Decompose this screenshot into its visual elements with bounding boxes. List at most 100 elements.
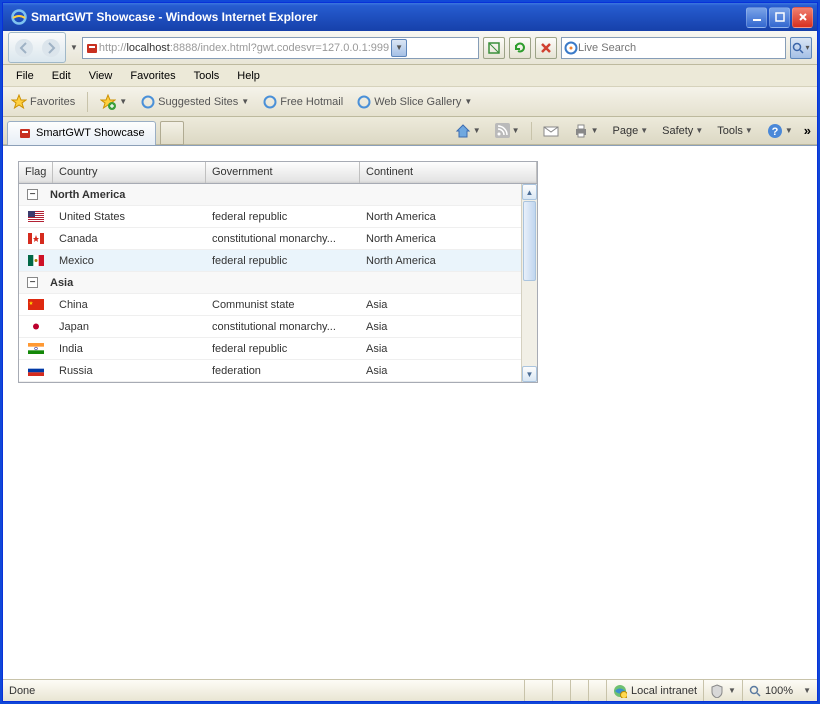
cell-government: federal republic [206, 208, 360, 226]
web-slice-button[interactable]: Web Slice Gallery ▼ [353, 93, 476, 111]
table-row[interactable]: ChinaCommunist stateAsia [19, 294, 537, 316]
menu-favorites[interactable]: Favorites [121, 67, 184, 85]
cell-continent: Asia [360, 340, 537, 358]
header-government[interactable]: Government [206, 162, 360, 183]
print-button[interactable]: ▼ [570, 121, 602, 141]
refresh-button[interactable] [509, 37, 531, 59]
status-bar: Done Local intranet ▼ 100% ▼ [3, 679, 817, 701]
menu-help[interactable]: Help [228, 67, 269, 85]
address-dropdown-button[interactable]: ▼ [391, 39, 407, 57]
maximize-button[interactable] [769, 7, 790, 28]
search-input[interactable] [578, 42, 783, 54]
cell-continent: North America [360, 252, 537, 270]
status-text: Done [3, 685, 524, 697]
favorites-button[interactable]: Favorites [7, 92, 79, 112]
address-bar[interactable]: http:// localhost :8888/index.html?gwt.c… [82, 37, 479, 59]
cell-country: Canada [53, 230, 206, 248]
collapse-icon[interactable]: − [27, 189, 38, 200]
search-box[interactable] [561, 37, 786, 59]
scroll-down-button[interactable]: ▼ [522, 366, 537, 382]
shield-icon [710, 684, 724, 698]
table-row[interactable]: Japanconstitutional monarchy...Asia [19, 316, 537, 338]
stop-button[interactable] [535, 37, 557, 59]
nav-toolbar: ▼ http:// localhost :8888/index.html?gwt… [3, 31, 817, 65]
cell-country: Russia [53, 362, 206, 380]
intranet-icon [613, 684, 627, 698]
header-country[interactable]: Country [53, 162, 206, 183]
star-add-icon [100, 94, 116, 110]
table-row[interactable]: United Statesfederal republicNorth Ameri… [19, 206, 537, 228]
cell-flag [19, 362, 53, 379]
flag-mx-icon [28, 255, 44, 266]
search-go-button[interactable]: ▾ [790, 37, 812, 59]
status-seg [570, 680, 588, 701]
compat-view-button[interactable] [483, 37, 505, 59]
grid-header: Flag Country Government Continent [19, 162, 537, 184]
star-icon [11, 94, 27, 110]
protected-mode[interactable]: ▼ [703, 680, 742, 701]
flag-in-icon [28, 343, 44, 354]
scroll-thumb[interactable] [523, 201, 536, 281]
tab-bar: SmartGWT Showcase ▼ ▼ ▼ Page▼ Safety▼ To… [3, 117, 817, 145]
tab-smartgwt[interactable]: SmartGWT Showcase [7, 121, 156, 145]
forward-button[interactable] [37, 34, 64, 61]
toolbar-overflow-button[interactable]: » [804, 123, 811, 138]
menu-edit[interactable]: Edit [43, 67, 80, 85]
tab-favicon-icon [18, 126, 32, 140]
cell-country: United States [53, 208, 206, 226]
titlebar: SmartGWT Showcase - Windows Internet Exp… [3, 3, 817, 31]
cell-government: constitutional monarchy... [206, 230, 360, 248]
nav-history-dropdown[interactable]: ▼ [70, 43, 78, 52]
table-row[interactable]: RussiafederationAsia [19, 360, 537, 382]
group-header[interactable]: −North America [19, 184, 537, 206]
header-continent[interactable]: Continent [360, 162, 537, 183]
add-favorite-button[interactable]: ▼ [96, 92, 131, 112]
chevron-down-icon: ▼ [464, 97, 472, 106]
grid-scrollbar[interactable]: ▲ ▼ [521, 184, 537, 382]
cell-government: federation [206, 362, 360, 380]
close-button[interactable] [792, 7, 813, 28]
home-button[interactable]: ▼ [452, 121, 484, 141]
read-mail-button[interactable] [540, 122, 562, 140]
table-row[interactable]: Mexicofederal republicNorth America [19, 250, 537, 272]
cell-government: Communist state [206, 296, 360, 314]
table-row[interactable]: Canadaconstitutional monarchy...North Am… [19, 228, 537, 250]
web-slice-label: Web Slice Gallery [374, 96, 461, 108]
flag-ca-icon [28, 233, 44, 244]
page-menu[interactable]: Page▼ [610, 123, 652, 139]
zoom-icon [749, 685, 761, 697]
menu-file[interactable]: File [7, 67, 43, 85]
cell-government: federal republic [206, 340, 360, 358]
minimize-button[interactable] [746, 7, 767, 28]
cell-country: Mexico [53, 252, 206, 270]
svg-text:?: ? [771, 126, 778, 138]
group-header[interactable]: −Asia [19, 272, 537, 294]
menu-tools[interactable]: Tools [185, 67, 229, 85]
scroll-up-button[interactable]: ▲ [522, 184, 537, 200]
flag-ru-icon [28, 365, 44, 376]
chevron-down-icon: ▼ [803, 686, 811, 695]
window-title: SmartGWT Showcase - Windows Internet Exp… [31, 10, 746, 24]
feeds-button[interactable]: ▼ [492, 121, 523, 140]
flag-us-icon [28, 211, 44, 222]
new-tab-button[interactable] [160, 121, 184, 145]
cell-flag [19, 252, 53, 269]
chevron-down-icon: ▼ [119, 97, 127, 106]
free-hotmail-button[interactable]: Free Hotmail [259, 93, 347, 111]
suggested-sites-button[interactable]: Suggested Sites ▼ [137, 93, 253, 111]
help-button[interactable]: ?▼ [764, 121, 796, 141]
status-zone[interactable]: Local intranet [606, 680, 703, 701]
cell-continent: North America [360, 230, 537, 248]
chevron-down-icon: ▼ [241, 97, 249, 106]
page-content: Flag Country Government Continent −North… [3, 145, 817, 679]
tab-label: SmartGWT Showcase [36, 127, 145, 139]
tools-menu[interactable]: Tools▼ [714, 123, 756, 139]
collapse-icon[interactable]: − [27, 277, 38, 288]
menu-view[interactable]: View [80, 67, 122, 85]
back-button[interactable] [10, 34, 37, 61]
ie-small-icon [263, 95, 277, 109]
zoom-control[interactable]: 100% ▼ [742, 680, 817, 701]
safety-menu[interactable]: Safety▼ [659, 123, 706, 139]
header-flag[interactable]: Flag [19, 162, 53, 183]
table-row[interactable]: Indiafederal republicAsia [19, 338, 537, 360]
